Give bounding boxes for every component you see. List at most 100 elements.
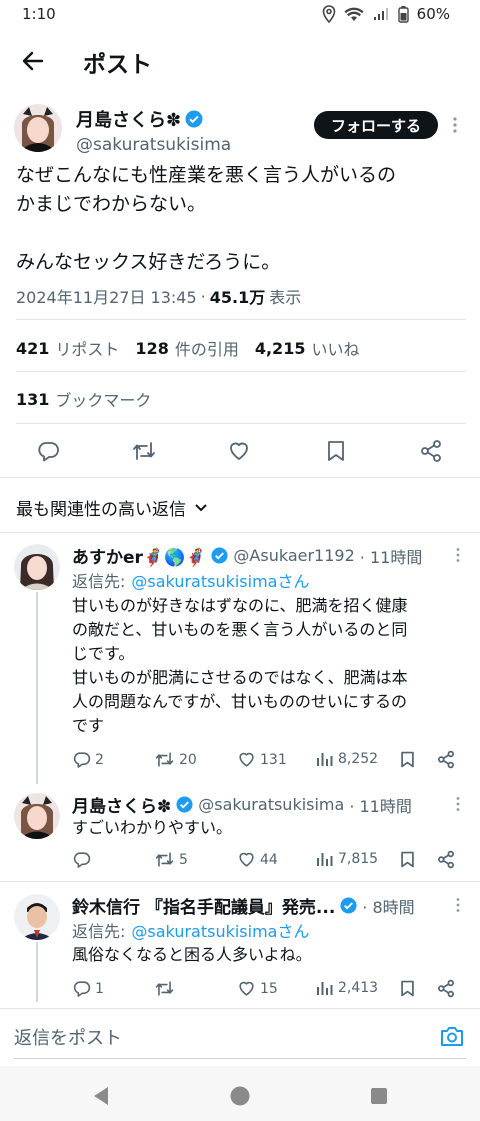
- divider: [0, 477, 480, 478]
- reply-time[interactable]: · 11時間: [349, 793, 412, 817]
- reply-to-label: 返信先:: [72, 572, 126, 591]
- reply-reposts-count: 5: [179, 851, 188, 868]
- more-options-icon[interactable]: [455, 547, 461, 563]
- reply-replies-count: 1: [95, 980, 104, 997]
- more-options-icon[interactable]: [455, 796, 461, 812]
- reply-time[interactable]: · 11時間: [360, 544, 423, 568]
- share-icon[interactable]: [420, 439, 442, 463]
- reply-text-line: じです。: [72, 644, 135, 663]
- reply-action-views[interactable]: 2,413: [316, 979, 378, 997]
- likes-count[interactable]: 4,215: [255, 339, 306, 358]
- views-count: 45.1万: [209, 288, 266, 307]
- reply-text-line: 甘いものが好きなはずなのに、肥満を招く健康: [72, 596, 408, 615]
- reply-text-line: すごいわかりやすい。: [72, 818, 233, 837]
- reply-to: 返信先: @sakuratsukisimaさん: [72, 568, 309, 592]
- reply-action-like[interactable]: 131: [237, 750, 287, 769]
- reply-action-reply[interactable]: 1: [72, 979, 104, 998]
- reply-time[interactable]: · 8時間: [362, 894, 414, 918]
- reply-likes-count: 15: [260, 980, 278, 997]
- quotes-count[interactable]: 128: [135, 339, 168, 358]
- reply-author-name[interactable]: 鈴木信行 『指名手配議員』発売...: [72, 893, 335, 918]
- reply-to-label: 返信先:: [72, 922, 126, 941]
- reply-avatar[interactable]: [14, 894, 60, 940]
- main-post-avatar[interactable]: [14, 104, 62, 152]
- status-time: 1:10: [22, 5, 56, 23]
- back-arrow-icon[interactable]: [20, 48, 46, 74]
- bookmark-stats: 131 ブックマーク: [16, 387, 151, 411]
- reply-action-repost[interactable]: [154, 979, 179, 998]
- reply-to-handle[interactable]: @sakuratsukisimaさん: [131, 568, 309, 592]
- reply-text-line: 甘いものが肥満にさせるのではなく、肥満は本: [72, 668, 408, 687]
- reply-avatar[interactable]: [14, 544, 60, 590]
- reply-sort-label: 最も関連性の高い返信: [16, 500, 186, 520]
- reply-action-views[interactable]: 8,252: [316, 750, 378, 768]
- reply-text: 甘いものが好きなはずなのに、肥満を招く健康 の敵だと、甘いものを悪く言う人がいる…: [72, 594, 472, 738]
- reply-views-count: 8,252: [338, 751, 379, 767]
- verified-badge-icon: [340, 897, 357, 914]
- reply-action-reply[interactable]: [72, 850, 95, 869]
- reply-text-line: 人の問題なんですが、甘いもののせいにするの: [72, 692, 408, 711]
- likes-label[interactable]: いいね: [311, 336, 359, 360]
- verified-badge-icon: [185, 110, 203, 128]
- camera-icon[interactable]: [440, 1025, 464, 1047]
- bookmarks-count[interactable]: 131: [16, 390, 49, 409]
- bookmarks-label[interactable]: ブックマーク: [55, 387, 151, 411]
- nav-recents-icon[interactable]: [370, 1087, 388, 1105]
- main-post-text-blank: [16, 219, 466, 248]
- bookmark-icon[interactable]: [399, 850, 416, 869]
- share-icon[interactable]: [437, 979, 455, 998]
- quotes-label[interactable]: 件の引用: [175, 336, 239, 360]
- reply-reposts-count: 20: [179, 751, 197, 768]
- main-post-text-line: かまじでわからない。: [16, 193, 207, 215]
- bookmark-icon[interactable]: [399, 750, 416, 769]
- reply-text-line: の敵だと、甘いものを悪く言う人がいるのと同: [72, 620, 408, 639]
- main-post-text-line: みんなセックス好きだろうに。: [16, 251, 281, 273]
- reply-action-repost[interactable]: 20: [154, 750, 197, 769]
- reply-action-reply[interactable]: 2: [72, 750, 104, 769]
- reply-to-handle[interactable]: @sakuratsukisimaさん: [131, 918, 309, 942]
- like-icon[interactable]: [227, 439, 251, 463]
- reply-avatar[interactable]: [14, 793, 60, 839]
- reply-author-name[interactable]: 月島さくら✽: [72, 792, 171, 817]
- reply-handle[interactable]: @sakuratsukisima: [198, 795, 344, 814]
- reply-action-like[interactable]: 15: [237, 979, 278, 998]
- reply-action-like[interactable]: 44: [237, 850, 278, 869]
- reply-icon[interactable]: [36, 439, 60, 463]
- nav-home-icon[interactable]: [230, 1086, 250, 1106]
- reply-header: 月島さくら✽ @sakuratsukisima · 11時間: [72, 792, 467, 817]
- wifi-icon: [344, 6, 364, 22]
- engagement-stats: 421 リポスト 128 件の引用 4,215 いいね: [16, 336, 359, 360]
- reply-handle[interactable]: @Asukaer1192: [233, 546, 354, 565]
- main-post-handle[interactable]: @sakuratsukisima: [76, 135, 231, 155]
- reposts-label[interactable]: リポスト: [55, 336, 119, 360]
- bookmark-icon[interactable]: [325, 439, 347, 463]
- share-icon[interactable]: [437, 850, 455, 869]
- reply-text: 風俗なくなると困る人多いよね。: [72, 943, 472, 967]
- post-timestamp[interactable]: 2024年11月27日 13:45: [16, 284, 197, 308]
- more-options-icon[interactable]: [455, 897, 461, 913]
- status-bar: 1:10 60%: [0, 0, 480, 30]
- reply-author-name[interactable]: あすかer🦸🌎🦸: [72, 543, 206, 568]
- top-header: ポスト: [0, 32, 480, 90]
- verified-badge-icon: [176, 796, 193, 813]
- follow-button[interactable]: フォローする: [314, 111, 438, 139]
- reply-sort-dropdown[interactable]: 最も関連性の高い返信: [16, 495, 208, 520]
- nav-back-icon[interactable]: [92, 1086, 110, 1106]
- chevron-down-icon: [194, 503, 208, 513]
- reposts-count[interactable]: 421: [16, 339, 49, 358]
- share-icon[interactable]: [437, 750, 455, 769]
- reply-header: あすかer🦸🌎🦸 @Asukaer1192 · 11時間: [72, 543, 467, 568]
- reply-action-repost[interactable]: 5: [154, 850, 188, 869]
- main-post-author: 月島さくら✽ @sakuratsukisima: [76, 106, 231, 155]
- thread-line: [36, 942, 38, 1002]
- divider: [0, 881, 480, 882]
- main-post-author-name[interactable]: 月島さくら✽: [76, 106, 181, 132]
- reply-composer-input[interactable]: 返信をポスト: [14, 1024, 122, 1050]
- repost-icon[interactable]: [131, 439, 157, 463]
- reply-likes-count: 131: [260, 751, 287, 768]
- signal-icon: [372, 6, 390, 22]
- reply-action-views[interactable]: 7,815: [316, 850, 378, 868]
- bookmark-icon[interactable]: [399, 979, 416, 998]
- reply-views-count: 7,815: [338, 851, 379, 867]
- more-options-icon[interactable]: [452, 116, 458, 134]
